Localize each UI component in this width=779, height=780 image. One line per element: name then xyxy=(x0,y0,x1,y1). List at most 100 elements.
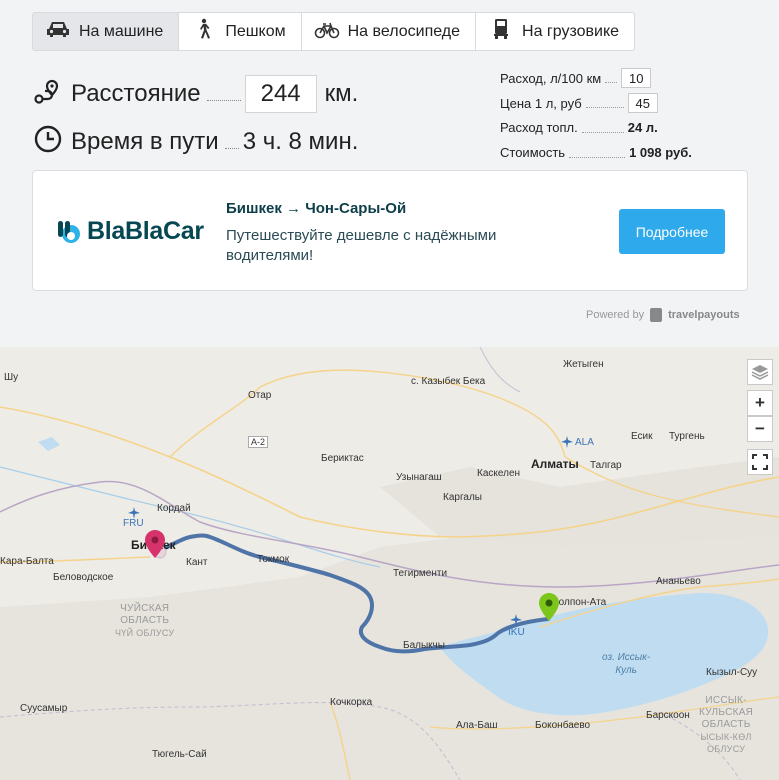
tab-car-label: На машине xyxy=(79,22,164,40)
place-label: Суусамыр xyxy=(20,703,68,714)
airport-label: ALA xyxy=(575,437,594,448)
fuel-consumption-input[interactable]: 10 xyxy=(621,68,652,88)
fuel-consumption-row: Расход, л/100 км 10 xyxy=(500,68,652,88)
place-label: Алматы xyxy=(531,457,579,471)
place-label: Кочкорка xyxy=(330,697,373,708)
place-label: Токмок xyxy=(257,554,290,565)
dots xyxy=(605,81,618,83)
truck-icon xyxy=(488,18,514,45)
powered-by-brand: travelpayouts xyxy=(668,309,740,321)
region-label: ИССЫК- КУЛЬСКАЯ ОБЛАСТЬ ЫСЫК-КӨЛ ОБЛУСУ xyxy=(699,695,753,755)
blablacar-logo: BlaBlaCar xyxy=(55,217,204,246)
place-label: Узынагаш xyxy=(396,472,442,483)
place-label: Жетыген xyxy=(563,359,604,370)
distance-value[interactable]: 244 xyxy=(244,75,317,113)
dots xyxy=(206,99,241,101)
fullscreen-button[interactable] xyxy=(747,449,773,475)
route-map[interactable]: Шу Жетыген с. Казыбек Бека Отар A-2 ALA … xyxy=(0,347,779,780)
banner-subtitle: Путешествуйте дешевле с надёжными водите… xyxy=(226,227,497,264)
fuel-cost-value: 1 098 руб. xyxy=(629,145,692,160)
time-label: Время в пути xyxy=(71,127,219,155)
fuel-price-row: Цена 1 л, руб 45 xyxy=(500,93,658,113)
more-button[interactable]: Подробнее xyxy=(619,209,725,254)
place-label: Кордай xyxy=(157,503,191,514)
place-label: Чолпон-Ата xyxy=(552,597,607,608)
dots xyxy=(581,131,624,133)
blablacar-logo-text: BlaBlaCar xyxy=(87,217,204,245)
layers-icon xyxy=(751,365,769,380)
place-label: Кара-Балта xyxy=(0,556,54,567)
region-label: ЧУЙСКАЯ ОБЛАСТЬ ЧҮЙ ОБЛУСУ xyxy=(115,603,174,639)
place-label: Каскелен xyxy=(477,468,521,479)
region-name: ОБЛУСУ xyxy=(706,744,746,754)
dots xyxy=(224,147,239,149)
bicycle-icon xyxy=(314,18,340,45)
walk-icon xyxy=(191,18,217,45)
fuel-consumption-label: Расход, л/100 км xyxy=(500,70,602,86)
zoom-out-button[interactable]: − xyxy=(747,416,773,442)
clock-icon xyxy=(33,124,63,159)
blablacar-logo-icon xyxy=(58,220,80,243)
region-name: ЧҮЙ ОБЛУСУ xyxy=(115,628,175,638)
route-icon xyxy=(33,77,63,112)
place-label: Барскоон xyxy=(646,710,690,721)
lake-name: оз. Иссык- xyxy=(602,652,651,663)
lake-name: Куль xyxy=(615,665,637,676)
fuel-amount-value: 24 л. xyxy=(627,120,658,135)
fuel-amount-row: Расход топл. 24 л. xyxy=(500,120,658,135)
place-label: Ананьево xyxy=(656,576,701,587)
region-name: ЫСЫК-КӨЛ xyxy=(700,732,752,742)
region-name: ЧУЙСКАЯ xyxy=(120,603,170,614)
fuel-cost-row: Стоимость 1 098 руб. xyxy=(500,145,692,160)
start-marker-icon[interactable] xyxy=(145,530,165,563)
powered-by-label: Powered by xyxy=(586,309,645,321)
place-label: Шу xyxy=(4,372,19,383)
distance-label: Расстояние xyxy=(71,80,201,107)
zoom-in-button[interactable]: + xyxy=(747,390,773,416)
travelpayouts-icon xyxy=(650,308,663,322)
airport-icon xyxy=(510,613,522,631)
tab-bicycle-label: На велосипеде xyxy=(347,22,461,40)
place-label: Боконбаево xyxy=(535,720,591,731)
tab-walk-label: Пешком xyxy=(225,22,286,40)
region-name: КУЛЬСКАЯ xyxy=(699,707,754,718)
powered-by[interactable]: Powered by travelpayouts xyxy=(586,308,740,322)
fuel-price-input[interactable]: 45 xyxy=(627,93,658,113)
tab-truck[interactable]: На грузовике xyxy=(476,13,634,50)
distance-row: Расстояние 244 км. xyxy=(33,75,358,113)
distance-unit: км. xyxy=(324,80,359,107)
fuel-price-label: Цена 1 л, руб xyxy=(500,95,582,111)
place-label: Кант xyxy=(186,557,208,568)
place-label: Бериктас xyxy=(321,453,364,464)
region-name: ОБЛАСТЬ xyxy=(701,719,751,730)
tab-walk[interactable]: Пешком xyxy=(179,13,302,50)
place-label: Талгар xyxy=(590,460,622,471)
place-label: Тегирменти xyxy=(393,568,448,579)
tab-car[interactable]: На машине xyxy=(33,13,180,50)
time-row: Время в пути 3 ч. 8 мин. xyxy=(33,124,358,159)
transport-tabs: На машине Пешком На велосипеде На грузов… xyxy=(32,12,636,51)
layers-button[interactable] xyxy=(747,359,773,385)
lake-label: оз. Иссык- Куль xyxy=(602,651,650,677)
region-name: ИССЫК- xyxy=(705,695,747,706)
airport-icon xyxy=(561,435,573,453)
region-name: ОБЛАСТЬ xyxy=(120,615,170,626)
airport-icon xyxy=(128,506,140,524)
end-marker-icon[interactable] xyxy=(539,593,559,626)
fuel-cost-label: Стоимость xyxy=(500,145,566,160)
dots xyxy=(569,156,626,158)
place-label: Есик xyxy=(631,431,653,442)
place-label: Тургень xyxy=(669,431,705,442)
place-label: Каргалы xyxy=(443,492,482,503)
place-label: Отар xyxy=(248,390,272,401)
road-shield: A-2 xyxy=(248,436,269,448)
tab-bicycle[interactable]: На велосипеде xyxy=(302,13,477,50)
place-label: Кызыл-Суу xyxy=(706,667,758,678)
tab-truck-label: На грузовике xyxy=(522,22,620,40)
place-label: Ала-Баш xyxy=(456,720,498,731)
time-value: 3 ч. 8 мин. xyxy=(242,127,359,155)
place-label: Беловодское xyxy=(53,572,114,583)
place-label: Тюгель-Сай xyxy=(152,749,207,760)
banner-title: Бишкек → Чон-Сары-Ой xyxy=(226,200,407,217)
place-label: Балыкчы xyxy=(403,640,445,651)
